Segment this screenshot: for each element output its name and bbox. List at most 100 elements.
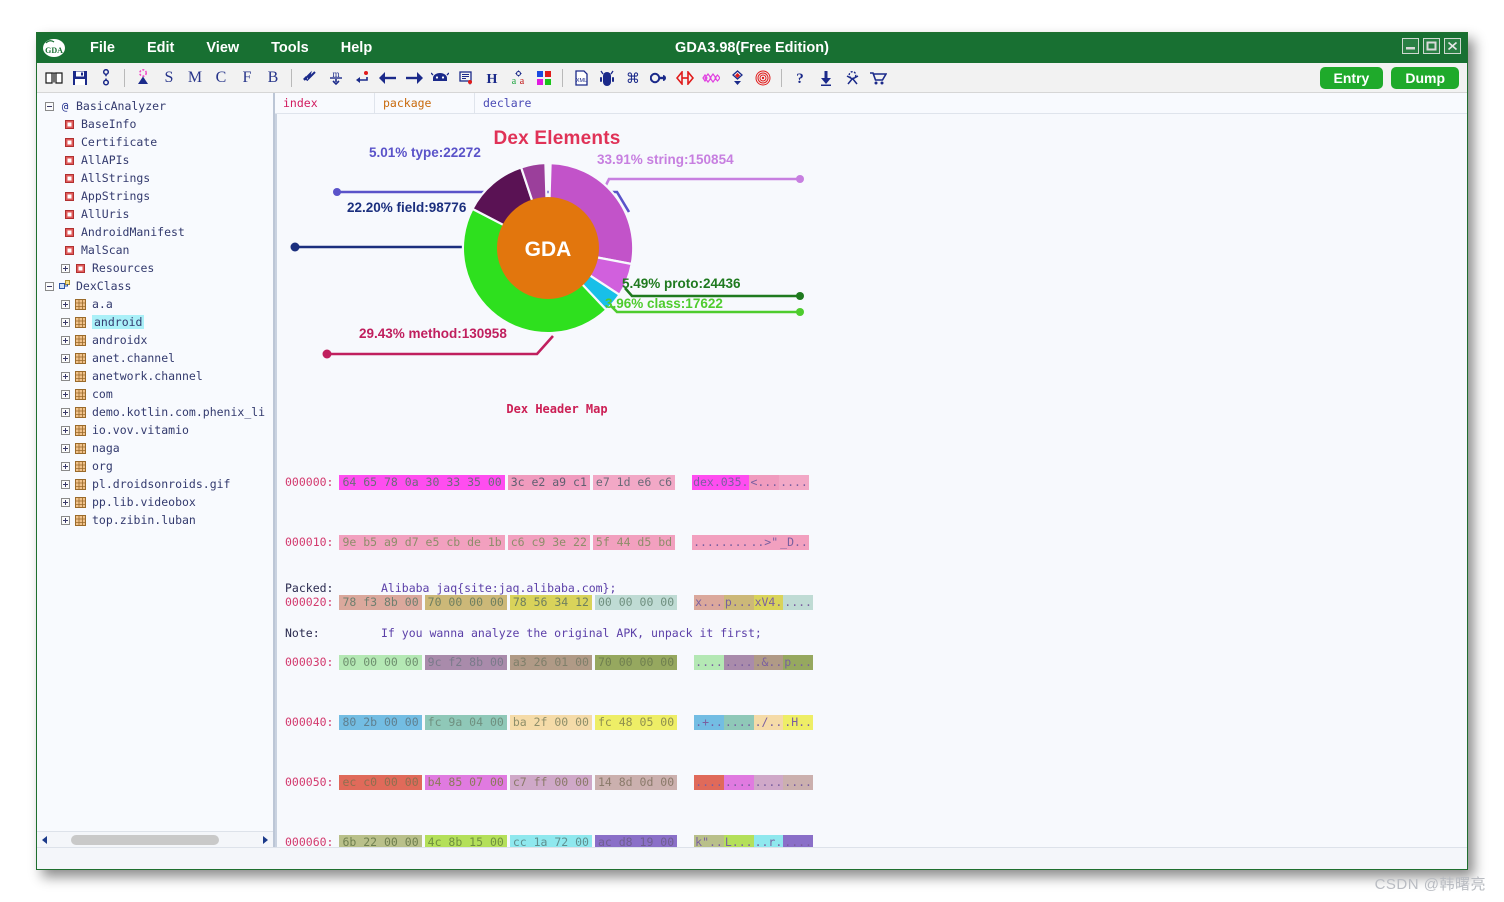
collapse-expander-icon[interactable] [45,281,54,291]
tree-package-naga[interactable]: naga [37,439,273,457]
tree-package-pl-droidsonroids-gif[interactable]: pl.droidsonroids.gif [37,475,273,493]
help-icon[interactable]: ? [787,65,813,91]
tree-item-baseinfo[interactable]: BaseInfo [37,115,273,133]
tab-declare[interactable]: declare [475,93,595,113]
tree-package-pp-lib-videobox[interactable]: pp.lib.videobox [37,493,273,511]
tab-package[interactable]: package [375,93,475,113]
collapse-expander-icon[interactable] [45,101,54,111]
tree-package-com[interactable]: com [37,385,273,403]
hex-offset: 000050: [285,775,334,789]
expand-expander-icon[interactable] [61,425,70,435]
expand-expander-icon[interactable] [61,299,70,309]
maximize-icon[interactable] [1423,38,1440,54]
net-icon[interactable] [698,65,724,91]
key-icon[interactable] [646,65,672,91]
tree-package-anet-channel[interactable]: anet.channel [37,349,273,367]
class-icon[interactable]: C [208,65,234,91]
tree-package-demo-kotlin[interactable]: demo.kotlin.com.phenix_li [37,403,273,421]
scroll-right-icon[interactable] [257,832,273,848]
link-icon[interactable] [93,65,119,91]
forward-arrow-icon[interactable] [401,65,427,91]
tree-item-certificate[interactable]: Certificate [37,133,273,151]
scrollbar-thumb[interactable] [71,834,219,845]
menu-help[interactable]: Help [332,37,381,59]
note-value: If you wanna analyze the original APK, u… [381,626,762,640]
hex-icon[interactable]: H [479,65,505,91]
window-title: GDA3.98(Free Edition) [675,40,829,56]
tree-package-org[interactable]: org [37,457,273,475]
tree-package-android[interactable]: android [37,313,273,331]
tree-label: top.zibin.luban [92,513,196,527]
download-red-icon[interactable] [724,65,750,91]
method-icon[interactable]: M [182,65,208,91]
tree-item-allapis[interactable]: AllAPIs [37,151,273,169]
expand-expander-icon[interactable] [61,371,70,381]
tree-label: DexClass [76,279,132,293]
tree-package-top-zibin-luban[interactable]: top.zibin.luban [37,511,273,529]
bytecode-icon[interactable]: B [260,65,286,91]
dump-button[interactable]: Dump [1391,66,1459,89]
expand-expander-icon[interactable] [61,497,70,507]
tree-item-allstrings[interactable]: AllStrings [37,169,273,187]
menu-edit[interactable]: Edit [138,37,183,59]
tree-package-anetwork-channel[interactable]: anetwork.channel [37,367,273,385]
tab-index[interactable]: index [275,93,375,113]
search-lamp-icon[interactable] [130,65,156,91]
toolbar-letter-b: B [267,68,279,86]
command-icon[interactable]: ⌘ [620,65,646,91]
save-icon[interactable] [67,65,93,91]
tree-item-appstrings[interactable]: AppStrings [37,187,273,205]
hex-group: 5f 44 d5 bd [592,535,676,550]
tree-item-androidmanifest[interactable]: AndroidManifest [37,223,273,241]
package-icon [74,496,87,509]
expand-expander-icon[interactable] [61,407,70,417]
close-icon[interactable] [1444,38,1461,54]
expand-expander-icon[interactable] [61,461,70,471]
expand-expander-icon[interactable] [61,515,70,525]
field-icon[interactable]: F [234,65,260,91]
tree-scroll-area[interactable]: @ BasicAnalyzer BaseInfo Certificate All… [37,93,273,831]
book-icon[interactable] [41,65,67,91]
tree-item-resources[interactable]: Resources [37,259,273,277]
expand-expander-icon[interactable] [61,335,70,345]
hex-group: 14 8d 0d 00 [594,775,678,790]
expand-expander-icon[interactable] [61,353,70,363]
enter-icon[interactable] [349,65,375,91]
menu-file[interactable]: File [81,37,124,59]
tree-root-dexclass[interactable]: DexClass [37,277,273,295]
xml-icon[interactable]: XML [568,65,594,91]
minimize-icon[interactable] [1402,38,1419,54]
string-icon[interactable]: S [156,65,182,91]
cart-icon[interactable] [865,65,891,91]
menu-tools[interactable]: Tools [262,37,318,59]
scroll-left-icon[interactable] [37,832,53,848]
note-icon[interactable] [453,65,479,91]
tree-horizontal-scrollbar[interactable] [37,831,273,847]
tree-package-a-a[interactable]: a.a [37,295,273,313]
tree-label: AllStrings [81,171,151,185]
expand-expander-icon[interactable] [61,389,70,399]
diff-icon[interactable] [672,65,698,91]
color-grid-icon[interactable] [531,65,557,91]
deob-icon[interactable] [839,65,865,91]
method-down-icon[interactable]: m [323,65,349,91]
fingerprint-icon[interactable] [750,65,776,91]
tree-root-basicanalyzer[interactable]: @ BasicAnalyzer [37,97,273,115]
font-icon[interactable]: aa [505,65,531,91]
tree-item-malscan[interactable]: MalScan [37,241,273,259]
entry-button[interactable]: Entry [1319,66,1384,89]
pointer-icon[interactable] [297,65,323,91]
expand-expander-icon[interactable] [61,443,70,453]
android-robot-icon[interactable] [427,65,453,91]
download-icon[interactable] [813,65,839,91]
back-arrow-icon[interactable] [375,65,401,91]
tree-item-alluris[interactable]: AllUris [37,205,273,223]
menu-view[interactable]: View [197,37,248,59]
tree-package-androidx[interactable]: androidx [37,331,273,349]
tree-package-io-vov-vitamio[interactable]: io.vov.vitamio [37,421,273,439]
expand-expander-icon[interactable] [61,263,70,273]
expand-expander-icon[interactable] [61,317,70,327]
expand-expander-icon[interactable] [61,479,70,489]
scrollbar-track[interactable] [53,832,257,848]
android-bug-icon[interactable] [594,65,620,91]
